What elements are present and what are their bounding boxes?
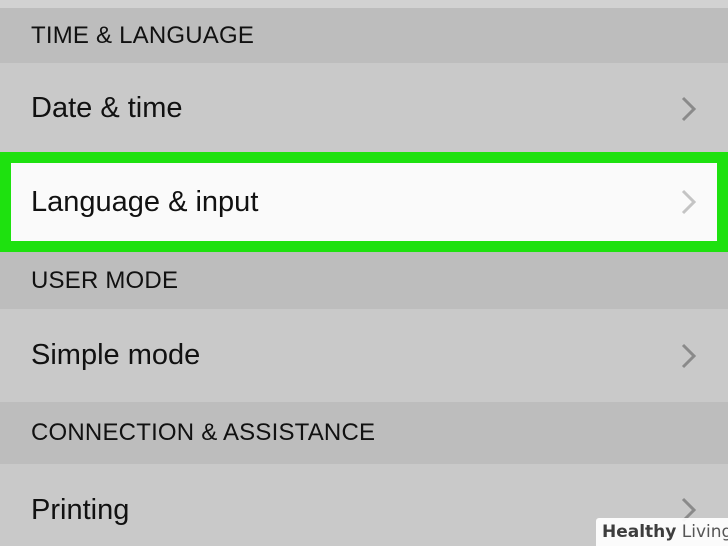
settings-item-label: Language & input (31, 185, 259, 218)
section-header-label: TIME & LANGUAGE (31, 21, 255, 49)
settings-item-language-input[interactable]: Language & input (0, 152, 728, 252)
watermark-text-bold: Healthy (602, 522, 677, 542)
chevron-right-icon (681, 189, 697, 215)
section-header-label: USER MODE (31, 266, 179, 294)
watermark: Healthy Living (596, 518, 728, 546)
settings-item-date-time[interactable]: Date & time (0, 63, 728, 154)
settings-item-label: Date & time (31, 92, 183, 124)
watermark-text: Healthy Living (602, 522, 728, 542)
chevron-right-icon (681, 343, 697, 368)
watermark-text-regular: Living (676, 522, 728, 542)
section-header-label: CONNECTION & ASSISTANCE (31, 419, 376, 446)
section-header-time-language: TIME & LANGUAGE (0, 8, 728, 63)
chevron-right-icon (681, 96, 697, 121)
section-header-user-mode: USER MODE (0, 252, 728, 309)
settings-item-simple-mode[interactable]: Simple mode (0, 309, 728, 402)
settings-item-label: Simple mode (31, 339, 201, 371)
settings-screen: TIME & LANGUAGE Date & time Language & i… (0, 0, 728, 546)
section-header-connection-assistance: CONNECTION & ASSISTANCE (0, 402, 728, 464)
previous-row-edge (0, 0, 728, 8)
